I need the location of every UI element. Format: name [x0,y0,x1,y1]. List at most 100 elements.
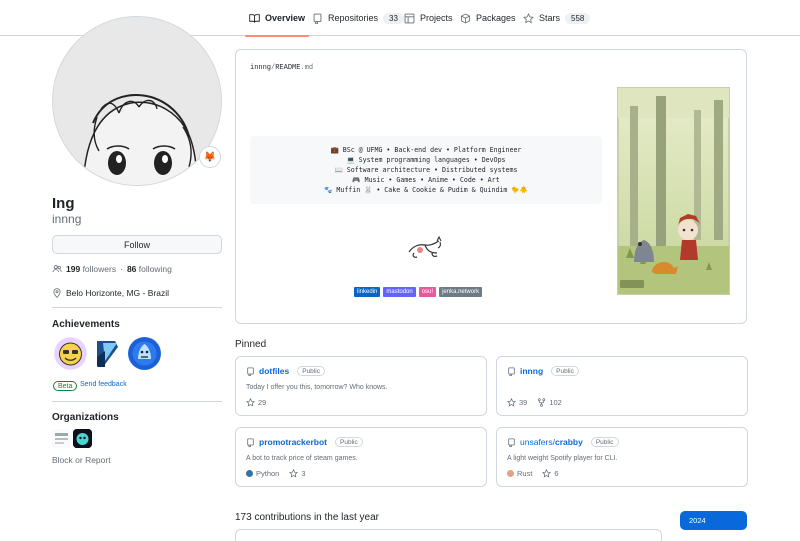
divider [52,401,222,402]
language-color-dot [507,470,514,477]
avatar-drawing [53,17,221,185]
cat-sketch-image [408,236,442,258]
tab-label: Projects [420,13,453,23]
achievement-badge-yolo[interactable] [54,337,87,370]
repo-language: Python [246,469,279,478]
table-icon [404,13,415,23]
star-icon [507,398,516,407]
repo-owner: unsafers/ [520,437,555,447]
org-avatar-2[interactable] [73,429,92,448]
readme-card: innng/README.md 💼 BSc @ UFMG • Back-end … [235,49,747,324]
forks-count: 102 [549,398,562,407]
repo-icon [508,437,515,447]
profile-login: innng [52,212,82,226]
tab-projects[interactable]: Projects [404,0,453,36]
repo-name-link[interactable]: dotfiles [259,366,289,376]
follow-stats: 199 followers · 86 following [52,264,172,274]
achievement-badge-arctic[interactable] [91,337,124,370]
tab-stars[interactable]: Stars 558 [523,0,591,36]
stars-count: 3 [301,469,306,478]
repo-description: A bot to track price of steam games. [246,455,358,462]
repo-name-link[interactable]: promotrackerbot [259,437,327,447]
smiley-icon [54,337,87,370]
followers-label: followers [82,264,117,274]
repo-icon [247,437,254,447]
repo-icon [508,366,515,376]
readme-owner-link[interactable]: innng [250,64,271,72]
organizations-heading: Organizations [52,412,119,423]
repo-count-badge: 33 [383,12,404,24]
achievement-badge-pull-shark[interactable] [128,337,161,370]
star-icon [542,469,552,478]
send-feedback-link[interactable]: Send feedback [80,381,127,388]
repo-description: A light weight Spotify player for CLI. [507,455,618,462]
readme-illustration [616,86,731,296]
readme-line: 💻 System programming languages • DevOps [346,156,506,164]
stars-link[interactable]: 29 [246,398,266,407]
readme-code-block: 💼 BSc @ UFMG • Back-end dev • Platform E… [250,136,602,204]
osu-badge[interactable]: osu! [418,287,437,297]
mastodon-badge[interactable]: mastodon [383,287,416,297]
contributions-heading: 173 contributions in the last year [235,512,379,523]
stars-count-badge: 558 [565,12,591,24]
follow-button[interactable]: Follow [52,235,222,254]
repo-meta: Rust 6 [507,469,559,478]
repo-name: crabby [554,437,583,447]
pinned-repo-card: innng Public 39 102 [496,356,748,416]
tab-label: Packages [476,13,516,23]
profile-name: Ing [52,195,75,212]
visibility-badge: Public [297,366,325,376]
followers-link[interactable]: 199 followers [66,264,116,274]
tab-label: Stars [539,13,561,23]
forest-illustration [617,87,730,295]
org-avatar-1[interactable] [52,429,71,448]
block-or-report-link[interactable]: Block or Report [52,455,111,465]
repo-description: Today I offer you this, tomorrow? Who kn… [246,384,388,391]
readme-file-ext: .md [300,64,314,72]
language-color-dot [246,470,253,477]
status-emoji-button[interactable]: 🦊 [199,146,221,168]
repo-name-link[interactable]: unsafers/crabby [520,437,583,447]
following-link[interactable]: 86 following [127,264,172,274]
stars-link[interactable]: 6 [542,469,559,478]
linkedin-badge[interactable]: linkedin [354,287,381,297]
tab-label: Overview [265,13,306,23]
achievements-heading: Achievements [52,319,120,330]
following-label: following [138,264,172,274]
beta-badge: Beta [53,381,78,391]
arctic-icon [97,341,118,367]
repo-meta: Python 3 [246,469,306,478]
stars-link[interactable]: 39 [507,398,527,407]
visibility-badge: Public [590,437,619,447]
stars-count: 29 [258,398,267,407]
repo-title: promotrackerbot Public [246,437,363,447]
tab-overview[interactable]: Overview [244,0,310,37]
stars-link[interactable]: 3 [289,469,306,478]
repo-icon [247,366,254,376]
org-logo [52,429,71,448]
dot-separator: · [120,264,123,274]
fox-icon: 🦊 [203,151,217,163]
tab-repositories[interactable]: Repositories 33 [312,0,404,36]
followers-count: 199 [66,264,81,274]
repo-language: Rust [507,469,532,478]
readme-line: 💼 BSc @ UFMG • Back-end dev • Platform E… [330,146,522,154]
star-icon [523,12,534,23]
visibility-badge: Public [551,366,579,376]
divider [52,307,222,308]
repo-meta: 39 102 [507,398,562,407]
tab-packages[interactable]: Packages [460,0,516,36]
year-2024-button[interactable]: 2024 [680,511,747,530]
network-badge[interactable]: jenka.network [439,287,483,297]
people-icon [52,265,62,273]
avatar[interactable] [52,16,222,186]
readme-file-link[interactable]: README [275,64,300,72]
pinned-heading: Pinned [235,339,267,350]
language-name: Python [256,469,280,478]
repo-name-link[interactable]: innng [520,366,543,376]
fork-icon [538,398,546,407]
stars-count: 39 [519,398,528,407]
forks-link[interactable]: 102 [537,398,562,407]
readme-line: 📖 Software architecture • Distributed sy… [334,166,518,174]
repo-title: innng Public [507,366,579,376]
